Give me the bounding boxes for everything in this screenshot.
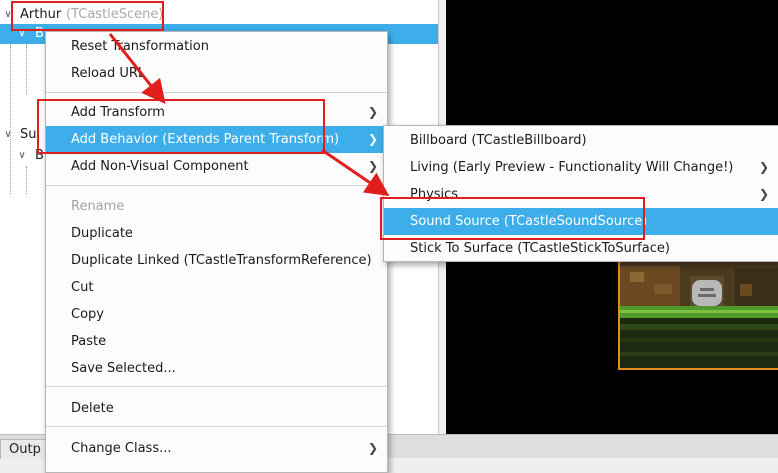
chevron-right-icon: ❯ [367, 132, 378, 146]
menu-item-label: Copy [71, 307, 104, 322]
menu-separator [46, 92, 387, 93]
menu-item-label: Reload URL [71, 66, 146, 81]
scene-preview-area [618, 258, 778, 370]
menu-separator [46, 185, 387, 186]
tree-item-name: Su [20, 127, 37, 142]
menu-item-label: Delete [71, 401, 114, 416]
chevron-right-icon: ❯ [367, 441, 378, 455]
menu-item-add-non-visual-component[interactable]: Add Non-Visual Component ❯ [46, 153, 387, 180]
submenu-item-billboard[interactable]: Billboard (TCastleBillboard) [384, 127, 778, 154]
annotation-box-sound-source [380, 197, 645, 240]
annotation-box-add-behavior [37, 99, 325, 154]
menu-item-reset-transformation[interactable]: Reset Transformation [46, 33, 387, 60]
annotation-box-arthur [11, 1, 164, 31]
menu-item-label: Paste [71, 334, 107, 349]
menu-item-reload-url[interactable]: Reload URL [46, 60, 387, 87]
menu-separator [46, 426, 387, 427]
chevron-right-icon: ❯ [367, 105, 378, 119]
behavior-submenu: Billboard (TCastleBillboard) Living (Ear… [383, 125, 778, 262]
menu-separator [46, 386, 387, 387]
menu-item-cut[interactable]: Cut [46, 274, 387, 301]
menu-item-label: Duplicate [71, 226, 133, 241]
menu-item-label: Billboard (TCastleBillboard) [410, 133, 587, 148]
menu-item-save-selected[interactable]: Save Selected... [46, 355, 387, 382]
menu-item-duplicate[interactable]: Duplicate [46, 220, 387, 247]
menu-item-label: Add Non-Visual Component [71, 159, 249, 174]
submenu-item-living[interactable]: Living (Early Preview - Functionality Wi… [384, 154, 778, 181]
menu-item-duplicate-linked[interactable]: Duplicate Linked (TCastleTransformRefere… [46, 247, 387, 274]
menu-item-delete[interactable]: Delete [46, 395, 387, 422]
chevron-down-icon[interactable]: ∨ [2, 124, 14, 146]
tab-output[interactable]: Outp [0, 439, 50, 459]
tree-guide-line [26, 166, 27, 194]
chevron-right-icon: ❯ [758, 160, 769, 174]
menu-item-label: Cut [71, 280, 94, 295]
tree-guide-line [10, 44, 11, 194]
menu-item-label: Rename [71, 199, 125, 214]
menu-item-label: Duplicate Linked (TCastleTransformRefere… [71, 253, 372, 268]
chevron-right-icon: ❯ [758, 187, 769, 201]
menu-item-rename: Rename [46, 193, 387, 220]
tree-guide-line [26, 44, 27, 94]
menu-item-label: Save Selected... [71, 361, 176, 376]
menu-item-paste[interactable]: Paste [46, 328, 387, 355]
context-menu: Reset Transformation Reload URL Add Tran… [45, 31, 388, 473]
game-scene-image [620, 258, 778, 368]
menu-item-label: Change Class... [71, 441, 172, 456]
menu-item-label: Living (Early Preview - Functionality Wi… [410, 160, 734, 175]
menu-item-change-class[interactable]: Change Class... ❯ [46, 435, 387, 462]
chevron-down-icon[interactable]: ∨ [16, 145, 28, 167]
menu-item-copy[interactable]: Copy [46, 301, 387, 328]
chevron-right-icon: ❯ [367, 159, 378, 173]
menu-item-label: Reset Transformation [71, 39, 209, 54]
